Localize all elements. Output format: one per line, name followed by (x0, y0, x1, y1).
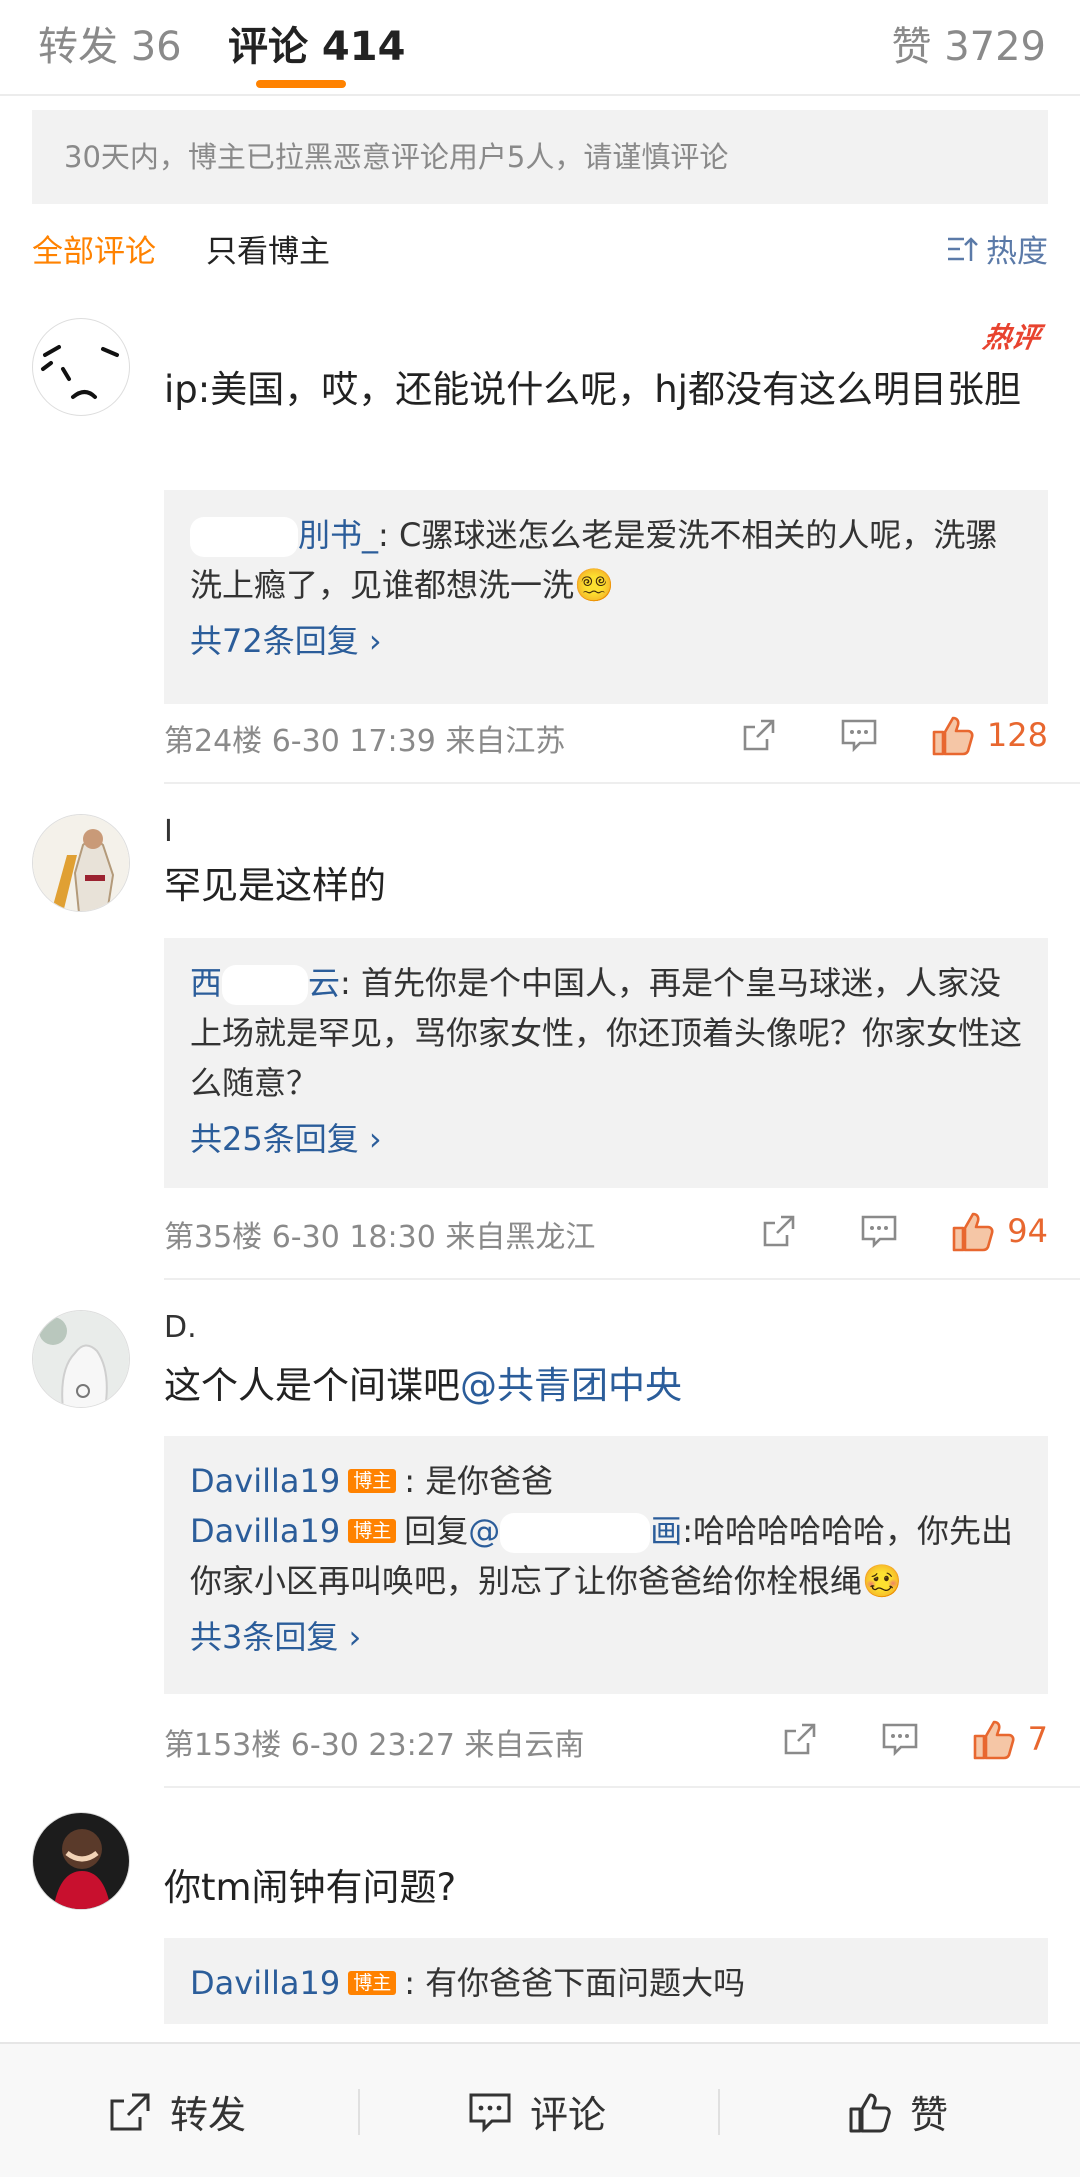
redacted-username (222, 965, 309, 1005)
reply-mention[interactable]: @ 画 (468, 1512, 682, 1553)
comment-actions: 94 (699, 1210, 1048, 1252)
repost-label: 转发 (170, 2093, 247, 2137)
share-icon[interactable] (759, 1211, 799, 1251)
owner-badge: 博主 (348, 1469, 397, 1493)
like-count: 94 (1007, 1212, 1048, 1250)
username[interactable]: I (164, 814, 173, 849)
comment-text: 罕见是这样的 (164, 864, 386, 907)
comment-actions: 128 (679, 714, 1048, 756)
tab-repost[interactable]: 转发 36 (38, 14, 182, 72)
reply-text: : 有你爸爸下面问题大吗 (404, 1964, 746, 2002)
divider (164, 782, 1080, 784)
comment-text: 你tm闹钟有问题? (164, 1866, 457, 1909)
filter-owner-only[interactable]: 只看博主 (206, 226, 330, 271)
thumbs-up-icon (973, 1720, 1015, 1760)
reply-author[interactable]: Davilla19 (190, 1964, 340, 2002)
share-icon[interactable] (780, 1719, 820, 1759)
reply-icon[interactable] (859, 1211, 899, 1251)
comment-icon (469, 2093, 511, 2133)
active-tab-indicator (256, 80, 346, 88)
like-count: 128 (986, 716, 1048, 754)
comment-filter-bar: 全部评论 只看博主 热度 (0, 222, 1080, 288)
comment-meta: 第24楼 6-30 17:39 来自江苏 (164, 724, 566, 759)
comment-actions: 7 (720, 1718, 1048, 1760)
comment-text: 这个人是个间谍吧@共青团中央 (164, 1364, 682, 1407)
sort-button[interactable]: 热度 (946, 226, 1048, 271)
reply-author[interactable]: 西云 (190, 964, 340, 1005)
redacted-username (190, 517, 298, 557)
view-replies-link[interactable]: 共25条回复 › (190, 1114, 382, 1164)
view-replies-link[interactable]: 共3条回复 › (190, 1612, 361, 1662)
avatar[interactable] (32, 1310, 130, 1408)
reply-preview[interactable]: Davilla19 博主: 是你爸爸 Davilla19 博主 回复@ 画:哈哈哈哈哈哈… (164, 1436, 1048, 1694)
comment-meta: 第153楼 6-30 23:27 来自云南 (164, 1728, 585, 1763)
block-notice: 30天内，博主已拉黑恶意评论用户5人，请谨慎评论 (32, 110, 1048, 204)
filter-all-comments[interactable]: 全部评论 (32, 226, 156, 271)
reply-author[interactable]: Davilla19 (190, 1462, 340, 1500)
avatar[interactable] (32, 1812, 130, 1910)
like-button[interactable]: 7 (972, 1718, 1048, 1760)
separator (358, 2089, 360, 2135)
divider (164, 1278, 1080, 1280)
username[interactable]: D. (164, 1310, 197, 1345)
reply-author[interactable]: 刖书_ (298, 516, 378, 554)
bottom-action-bar: 转发 评论 赞 (0, 2042, 1080, 2177)
sort-label: 热度 (986, 234, 1048, 270)
avatar[interactable] (32, 814, 130, 912)
view-replies-link[interactable]: 共72条回复 › (190, 616, 382, 666)
hot-comment-badge: 热评 (980, 321, 1043, 354)
mention-link[interactable]: @共青团中央 (460, 1364, 682, 1407)
reply-preview[interactable]: 西云: 首先你是个中国人，再是个皇马球迷，人家没上场就是罕见，骂你家女性，你还顶… (164, 938, 1048, 1188)
like-button[interactable]: 94 (951, 1210, 1048, 1252)
tab-like[interactable]: 赞 3729 (891, 14, 1046, 72)
redacted-username (500, 1513, 651, 1553)
thumbs-up-icon (849, 2093, 891, 2132)
share-icon[interactable] (739, 715, 779, 755)
reply-preview[interactable]: 刖书_: C骡球迷怎么老是爱洗不相关的人呢，洗骡洗上瘾了，见谁都想洗一洗😵‍💫 … (164, 490, 1048, 704)
thumbs-up-icon (932, 716, 974, 756)
tab-bar: 转发 36 评论 414 赞 3729 (0, 0, 1080, 96)
reply-icon[interactable] (839, 715, 879, 755)
reply-icon[interactable] (880, 1719, 920, 1759)
divider (164, 1786, 1080, 1788)
owner-badge: 博主 (348, 1971, 397, 1995)
comment-label: 评论 (530, 2093, 607, 2137)
repost-icon (110, 2093, 150, 2130)
owner-badge: 博主 (348, 1519, 397, 1543)
reply-text: : 是你爸爸 (404, 1462, 554, 1500)
like-post-button[interactable]: 赞 (848, 2044, 948, 2177)
reply-prefix: 回复 (404, 1512, 469, 1550)
comment-meta: 第35楼 6-30 18:30 来自黑龙江 (164, 1220, 596, 1255)
sort-icon (948, 236, 978, 261)
avatar[interactable] (32, 318, 130, 416)
like-button[interactable]: 128 (931, 714, 1048, 756)
reply-author[interactable]: Davilla19 (190, 1512, 340, 1550)
like-count: 7 (1027, 1720, 1048, 1758)
comment-text: ip:美国，哎，还能说什么呢，hj都没有这么明目张胆 (164, 368, 1021, 411)
separator (718, 2089, 720, 2135)
reply-preview[interactable]: Davilla19 博主 : 有你爸爸下面问题大吗 (164, 1938, 1048, 2024)
like-label: 赞 (910, 2093, 949, 2137)
comment-button[interactable]: 评论 (468, 2044, 606, 2177)
thumbs-up-icon (952, 1212, 994, 1252)
repost-button[interactable]: 转发 (108, 2044, 246, 2177)
